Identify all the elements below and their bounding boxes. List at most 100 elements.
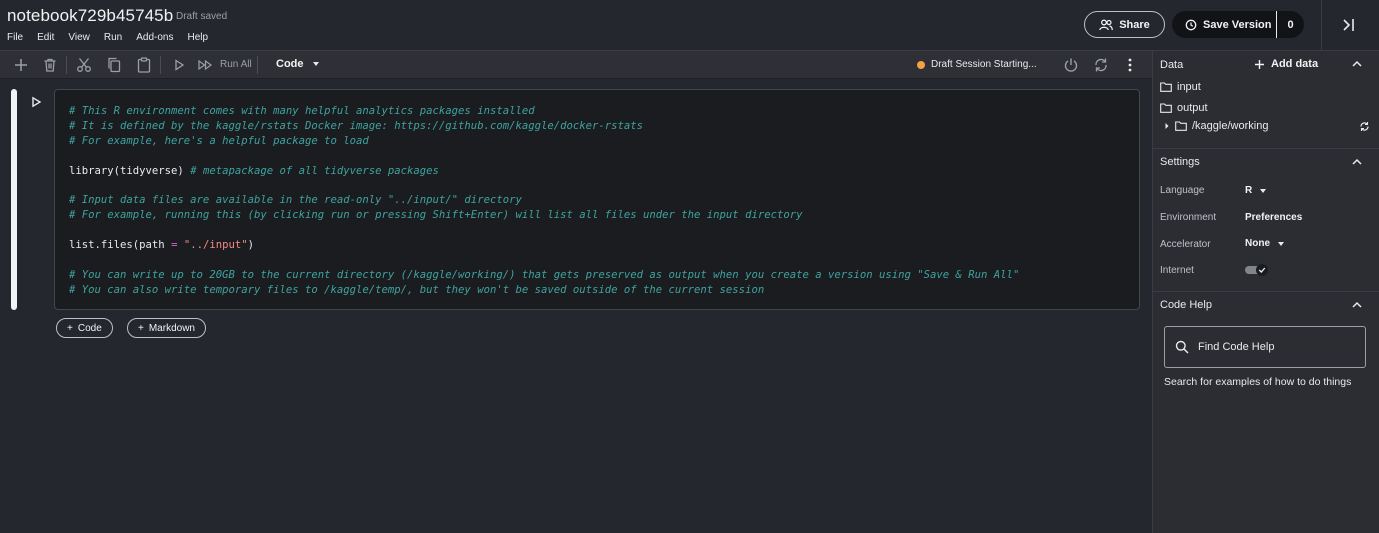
folder-label: input [1177, 81, 1201, 93]
add-markdown-cell-button[interactable]: + Markdown [127, 318, 206, 338]
right-sidebar: Data Add data input output /kaggle/worki… [1152, 51, 1379, 533]
code-token-comment: # You can write up to 20GB to the curren… [69, 268, 1020, 281]
code-token-comment: # It is defined by the kaggle/rstats Doc… [69, 119, 644, 132]
code-line: library(tidyverse) # metapackage of all … [69, 164, 1125, 179]
session-status-dot [917, 61, 925, 69]
code-cell-editor[interactable]: # This R environment comes with many hel… [54, 89, 1140, 310]
code-token-str: "../input" [183, 239, 248, 252]
toolbar-divider [66, 56, 67, 74]
play-icon[interactable] [170, 56, 188, 74]
power-icon[interactable] [1062, 56, 1080, 74]
copy-icon[interactable] [105, 56, 123, 74]
trash-icon[interactable] [41, 56, 59, 74]
refresh-icon[interactable] [1359, 121, 1370, 132]
add-markdown-label: Markdown [148, 322, 195, 334]
version-count[interactable]: 0 [1277, 19, 1304, 31]
run-cell-icon[interactable] [30, 96, 42, 108]
fast-forward-icon[interactable] [196, 56, 214, 74]
scissors-icon[interactable] [75, 56, 93, 74]
folder-kaggle-working[interactable]: /kaggle/working [1164, 120, 1268, 132]
notebook-title[interactable]: notebook729b45745b [7, 6, 173, 26]
code-token-comment: # For example, here's a helpful package … [69, 134, 369, 147]
share-label: Share [1119, 18, 1150, 31]
search-icon [1175, 340, 1189, 354]
code-token-comment: # metapackage of all tidyverse packages [190, 164, 439, 177]
folder-output[interactable]: output [1160, 102, 1208, 114]
more-vertical-icon[interactable] [1121, 56, 1139, 74]
accelerator-label: Accelerator [1160, 239, 1211, 250]
add-code-cell-button[interactable]: + Code [56, 318, 113, 338]
menu-bar: File Edit View Run Add-ons Help [7, 32, 222, 43]
menu-file[interactable]: File [7, 32, 23, 43]
internet-toggle[interactable] [1245, 264, 1269, 276]
menu-add-ons[interactable]: Add-ons [136, 32, 173, 43]
chevron-up-icon[interactable] [1351, 156, 1363, 168]
chevron-up-icon[interactable] [1351, 58, 1363, 70]
share-button[interactable]: Share [1084, 11, 1165, 38]
code-line: # Input data files are available in the … [69, 193, 1125, 208]
accelerator-value: None [1245, 238, 1270, 249]
plus-icon: + [138, 322, 144, 334]
refresh-icon[interactable] [1092, 56, 1110, 74]
caret-right-icon[interactable] [1164, 122, 1170, 130]
toolbar-divider [160, 56, 161, 74]
internet-label: Internet [1160, 265, 1194, 276]
run-all-button[interactable]: Run All [220, 59, 252, 70]
history-icon [1185, 19, 1197, 30]
cell-type-select[interactable]: Code [276, 58, 304, 70]
add-data-button[interactable]: Add data [1254, 58, 1318, 70]
code-help-search-input[interactable]: Find Code Help [1164, 326, 1366, 368]
collapse-panel-icon[interactable] [1340, 16, 1358, 34]
paste-icon[interactable] [135, 56, 153, 74]
menu-run[interactable]: Run [104, 32, 122, 43]
code-line: list.files(path = "../input") [69, 238, 1125, 253]
environment-value: Preferences [1245, 212, 1303, 223]
draft-status: Draft saved [176, 11, 228, 22]
settings-section-title: Settings [1160, 156, 1200, 168]
folder-label: /kaggle/working [1192, 120, 1269, 132]
environment-label: Environment [1160, 212, 1217, 223]
plus-icon [1255, 59, 1264, 69]
code-line: # For example, running this (by clicking… [69, 208, 1125, 223]
language-value: R [1245, 185, 1253, 196]
plus-icon[interactable] [12, 56, 30, 74]
code-token-comment: # You can also write temporary files to … [69, 283, 765, 296]
section-divider [1153, 148, 1379, 149]
code-line: # For example, here's a helpful package … [69, 134, 1125, 149]
chevron-down-icon [1278, 241, 1284, 246]
code-token-comment: # This R environment comes with many hel… [69, 105, 535, 117]
code-line: # You can also write temporary files to … [69, 283, 1125, 298]
chevron-down-icon [1260, 188, 1267, 193]
menu-view[interactable]: View [68, 32, 90, 43]
chevron-down-icon[interactable] [313, 62, 319, 66]
code-token-comment: # Input data files are available in the … [69, 194, 522, 207]
accelerator-select[interactable]: None [1245, 238, 1284, 249]
menu-help[interactable]: Help [187, 32, 208, 43]
save-version-label: Save Version [1203, 18, 1272, 31]
active-cell-indicator [11, 89, 17, 310]
environment-preferences-link[interactable]: Preferences [1245, 212, 1302, 223]
save-version-button[interactable]: Save Version 0 [1172, 11, 1304, 38]
section-divider [1153, 291, 1379, 292]
code-line: # It is defined by the kaggle/rstats Doc… [69, 119, 1125, 134]
people-icon [1099, 19, 1114, 30]
folder-icon [1160, 82, 1172, 92]
language-label: Language [1160, 185, 1205, 196]
header-divider [1321, 0, 1322, 51]
add-code-label: Code [77, 322, 102, 334]
code-token-plain: library(tidyverse) [69, 164, 191, 177]
data-section-title: Data [1160, 59, 1184, 71]
code-line: # You can write up to 20GB to the curren… [69, 268, 1125, 283]
code-token-comment: # For example, running this (by clicking… [69, 209, 803, 222]
language-select[interactable]: R [1245, 185, 1267, 196]
chevron-up-icon[interactable] [1351, 299, 1363, 311]
add-data-label: Add data [1271, 58, 1319, 70]
menu-edit[interactable]: Edit [37, 32, 54, 43]
notebook-toolbar: Run All Code Draft Session Starting... [0, 51, 1152, 79]
folder-input[interactable]: input [1160, 81, 1201, 93]
code-token-plain: ) [247, 239, 255, 252]
toolbar-divider [257, 56, 258, 74]
